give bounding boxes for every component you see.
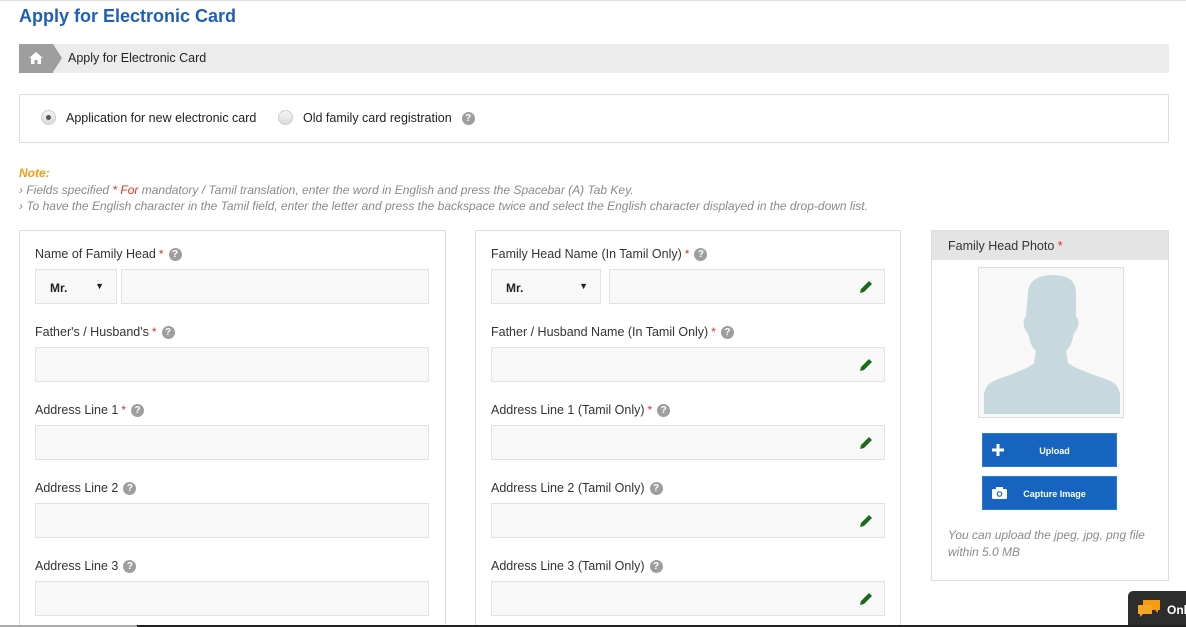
required-marker: * (647, 403, 653, 417)
tamil-father-husband-input[interactable] (491, 347, 885, 382)
address-line-2-label: Address Line 2 ? (35, 481, 137, 495)
pencil-icon[interactable] (858, 591, 874, 607)
pencil-icon[interactable] (858, 435, 874, 451)
tamil-address-line-3-input[interactable] (491, 581, 885, 616)
label-text: Address Line 1 (Tamil Only) (491, 403, 645, 417)
chevron-down-icon: ▼ (579, 281, 588, 291)
note-line-2: › To have the English character in the T… (19, 199, 868, 213)
note-required-marker: * For (112, 182, 139, 197)
required-marker: * (151, 325, 157, 339)
help-icon[interactable]: ? (161, 325, 175, 339)
help-icon[interactable]: ? (694, 247, 708, 261)
label-text: Address Line 2 (35, 481, 119, 495)
photo-panel-header: Family Head Photo * (932, 231, 1168, 260)
photo-title: Family Head Photo (948, 239, 1055, 253)
tamil-family-head-title-select[interactable]: Mr. ▼ (491, 269, 601, 304)
radio-label: Application for new electronic card (66, 110, 257, 125)
label-text: Father / Husband Name (In Tamil Only) (491, 325, 709, 339)
capture-image-button[interactable]: Capture Image (982, 476, 1117, 510)
required-marker: * (711, 325, 716, 339)
label-text: Address Line 1 (35, 403, 119, 417)
required-marker: * (684, 247, 690, 261)
upload-hint: You can upload the jpeg, jpg, png file w… (948, 528, 1145, 559)
avatar-placeholder-icon (984, 275, 1120, 414)
note-section: Note: › Fields specified * For mandatory… (19, 165, 868, 215)
help-icon[interactable]: ? (649, 481, 663, 495)
family-head-photo-panel: Family Head Photo * Upload Capture Image… (931, 230, 1169, 581)
address-line-3-input[interactable] (35, 581, 429, 616)
radio-label: Old family card registration (303, 110, 452, 125)
label-text: Family Head Name (In Tamil Only) (491, 247, 682, 261)
address-line-1-label: Address Line 1 * ? (35, 403, 145, 417)
help-icon[interactable]: ? (123, 481, 137, 495)
help-icon[interactable]: ? (131, 403, 145, 417)
select-value: Mr. (506, 281, 524, 295)
required-marker: * (121, 403, 127, 417)
address-line-1-input[interactable] (35, 425, 429, 460)
help-icon[interactable]: ? (649, 559, 663, 573)
photo-preview (978, 267, 1124, 418)
chevron-down-icon: ▼ (95, 281, 104, 291)
help-icon[interactable]: ? (168, 247, 182, 261)
application-type-group: Application for new electronic card Old … (19, 94, 1169, 143)
tamil-father-husband-label: Father / Husband Name (In Tamil Only) * … (491, 325, 734, 339)
required-marker: * (158, 247, 164, 261)
breadcrumb-current: Apply for Electronic Card (68, 51, 207, 65)
help-icon[interactable]: ? (720, 325, 734, 339)
required-marker: * (1057, 239, 1063, 253)
help-icon[interactable]: ? (123, 559, 137, 573)
chat-icon (1138, 600, 1160, 617)
label-text: Address Line 2 (Tamil Only) (491, 481, 645, 495)
tamil-address-line-3-label: Address Line 3 (Tamil Only) ? (491, 559, 663, 573)
chat-label: Onl (1167, 603, 1186, 617)
tamil-address-line-1-label: Address Line 1 (Tamil Only) * ? (491, 403, 671, 417)
label-text: Father's / Husband's (35, 325, 149, 339)
radio-button[interactable] (278, 110, 293, 125)
upload-label: Upload (1039, 446, 1070, 456)
breadcrumb-home[interactable] (19, 44, 62, 73)
tamil-address-line-1-input[interactable] (491, 425, 885, 460)
tamil-address-line-2-label: Address Line 2 (Tamil Only) ? (491, 481, 663, 495)
tamil-form-panel: Family Head Name (In Tamil Only) * ? Mr.… (475, 230, 901, 627)
radio-new-electronic-card[interactable]: Application for new electronic card (41, 110, 256, 125)
address-line-3-label: Address Line 3 ? (35, 559, 137, 573)
label-text: Address Line 3 (35, 559, 119, 573)
help-icon[interactable]: ? (461, 112, 475, 125)
father-husband-input[interactable] (35, 347, 429, 382)
pencil-icon[interactable] (858, 513, 874, 529)
page-title: Apply for Electronic Card (19, 6, 237, 26)
select-value: Mr. (50, 281, 68, 295)
tamil-address-line-2-input[interactable] (491, 503, 885, 538)
note-text: mandatory / Tamil translation, enter the… (138, 182, 634, 197)
label-text: Address Line 3 (Tamil Only) (491, 559, 645, 573)
tamil-family-head-label: Family Head Name (In Tamil Only) * ? (491, 247, 708, 261)
english-form-panel: Name of Family Head * ? Mr. ▼ Father's /… (19, 230, 446, 627)
capture-label: Capture Image (1023, 489, 1086, 499)
family-head-title-select[interactable]: Mr. ▼ (35, 269, 117, 304)
tamil-family-head-name-input[interactable] (609, 269, 885, 304)
online-chat-widget[interactable]: Onl (1128, 591, 1186, 627)
upload-button[interactable]: Upload (982, 433, 1117, 467)
address-line-2-input[interactable] (35, 503, 429, 538)
radio-old-family-card[interactable]: Old family card registration ? (278, 110, 475, 125)
label-text: Name of Family Head (35, 247, 156, 261)
pencil-icon[interactable] (858, 279, 874, 295)
radio-button-checked[interactable] (41, 110, 56, 125)
family-head-name-input[interactable] (121, 269, 429, 304)
pencil-icon[interactable] (858, 357, 874, 373)
home-icon (29, 52, 43, 64)
help-icon[interactable]: ? (657, 403, 671, 417)
breadcrumb: Apply for Electronic Card (19, 44, 1169, 73)
note-text: › Fields specified (19, 182, 113, 197)
father-husband-label: Father's / Husband's * ? (35, 325, 175, 339)
family-head-label: Name of Family Head * ? (35, 247, 182, 261)
note-line-1: › Fields specified * For mandatory / Tam… (19, 182, 868, 199)
note-title: Note: (19, 166, 50, 180)
